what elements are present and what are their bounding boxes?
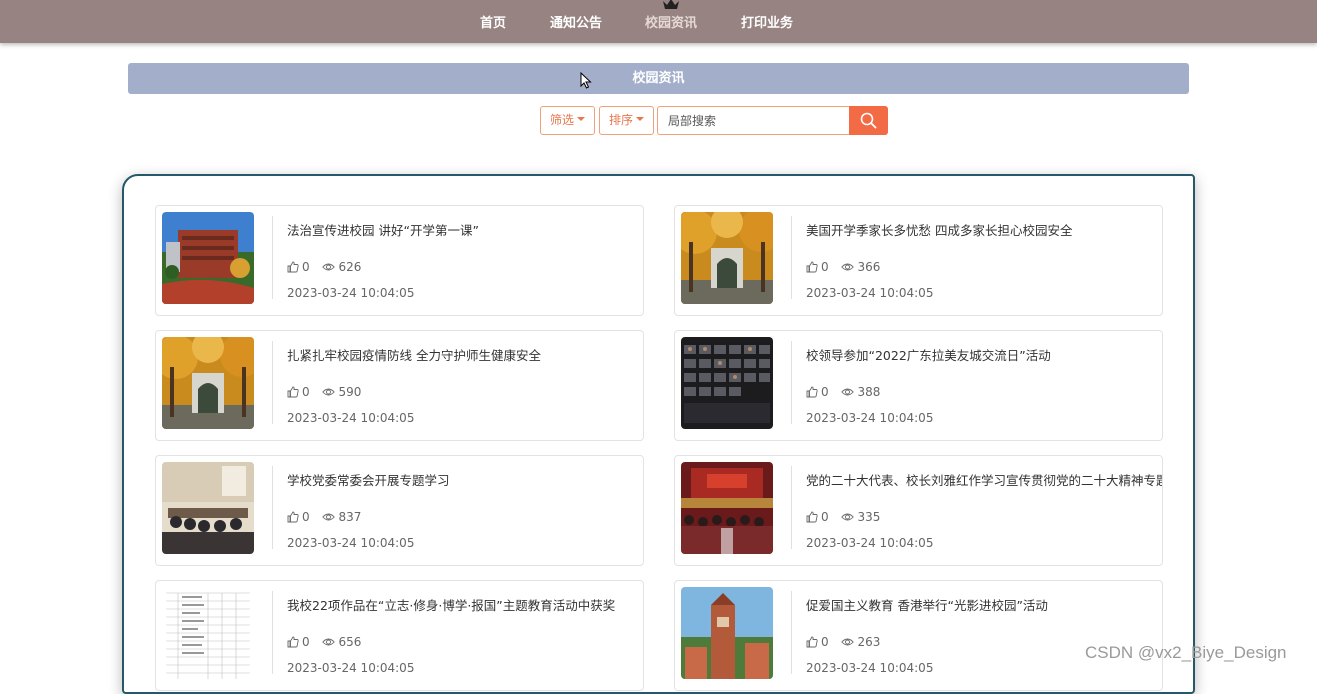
news-title[interactable]: 扎紧扎牢校园疫情防线 全力守护师生健康安全 [287,345,643,364]
caret-down-icon [636,116,645,121]
eye-icon [322,513,336,521]
divider [272,466,273,549]
thumbs-up-icon [287,511,299,523]
crown-icon [663,0,679,9]
thumbs-up-icon [806,636,818,648]
like-count: 0 [302,385,310,399]
news-card[interactable]: 党的二十大代表、校长刘雅红作学习宣传贯彻党的二十大精神专题 0 335 2023… [674,455,1163,566]
like-count: 0 [821,385,829,399]
divider [791,466,792,549]
news-thumbnail [162,462,254,554]
news-stats: 0 837 [287,510,370,526]
nav-item-home[interactable]: 首页 [480,12,506,31]
news-card[interactable]: 促爱国主义教育 香港举行“光影进校园”活动 0 263 2023-03-24 1… [674,580,1163,691]
news-stats: 0 263 [806,635,889,651]
filter-label: 筛选 [550,113,575,127]
news-title[interactable]: 学校党委常委会开展专题学习 [287,470,643,489]
news-thumbnail [162,587,254,679]
news-stats: 0 388 [806,385,889,401]
news-list-panel: 法治宣传进校园 讲好“开学第一课” 0 626 2023-03-24 10:04… [122,174,1195,694]
thumbs-up-icon [287,386,299,398]
view-count: 626 [338,260,362,274]
section-title: 校园资讯 [128,63,1189,94]
mouse-cursor-icon [580,72,592,89]
news-title[interactable]: 促爱国主义教育 香港举行“光影进校园”活动 [806,595,1162,614]
like-count: 0 [302,260,310,274]
news-stats: 0 590 [287,385,370,401]
divider [791,216,792,299]
search-button[interactable] [849,106,888,135]
view-count: 590 [338,385,362,399]
divider [272,216,273,299]
divider [791,341,792,424]
like-count: 0 [302,635,310,649]
nav-item-print-service[interactable]: 打印业务 [741,12,793,31]
news-stats: 0 366 [806,260,889,276]
news-date: 2023-03-24 10:04:05 [806,536,934,550]
news-date: 2023-03-24 10:04:05 [806,411,934,425]
eye-icon [841,638,855,646]
news-stats: 0 656 [287,635,370,651]
view-count: 388 [857,385,881,399]
thumbs-up-icon [806,261,818,273]
sort-dropdown[interactable]: 排序 [599,106,654,135]
eye-icon [841,513,855,521]
nav-item-campus-news[interactable]: 校园资讯 [645,12,697,31]
news-thumbnail [681,462,773,554]
news-date: 2023-03-24 10:04:05 [806,286,934,300]
news-card[interactable]: 校领导参加“2022广东拉美友城交流日”活动 0 388 2023-03-24 … [674,330,1163,441]
news-date: 2023-03-24 10:04:05 [287,536,415,550]
news-thumbnail [681,337,773,429]
news-title[interactable]: 我校22项作品在“立志·修身·博学·报国”主题教育活动中获奖 [287,595,643,614]
news-card[interactable]: 学校党委常委会开展专题学习 0 837 2023-03-24 10:04:05 [155,455,644,566]
news-card[interactable]: 我校22项作品在“立志·修身·博学·报国”主题教育活动中获奖 0 656 202… [155,580,644,691]
sort-label: 排序 [609,113,634,127]
caret-down-icon [577,116,586,121]
news-thumbnail [681,212,773,304]
news-title[interactable]: 法治宣传进校园 讲好“开学第一课” [287,220,643,239]
like-count: 0 [821,635,829,649]
divider [272,591,273,674]
news-date: 2023-03-24 10:04:05 [287,411,415,425]
like-count: 0 [821,260,829,274]
eye-icon [841,388,855,396]
view-count: 837 [338,510,362,524]
like-count: 0 [821,510,829,524]
nav-item-notices[interactable]: 通知公告 [550,12,602,31]
thumbs-up-icon [287,261,299,273]
eye-icon [841,263,855,271]
view-count: 656 [338,635,362,649]
news-date: 2023-03-24 10:04:05 [287,286,415,300]
filter-dropdown[interactable]: 筛选 [540,106,595,135]
news-title[interactable]: 美国开学季家长多忧愁 四成多家长担心校园安全 [806,220,1162,239]
news-card[interactable]: 法治宣传进校园 讲好“开学第一课” 0 626 2023-03-24 10:04… [155,205,644,316]
thumbs-up-icon [287,636,299,648]
view-count: 335 [857,510,881,524]
news-title[interactable]: 校领导参加“2022广东拉美友城交流日”活动 [806,345,1162,364]
like-count: 0 [302,510,310,524]
top-nav: 首页 通知公告 校园资讯 打印业务 [0,0,1317,43]
thumbs-up-icon [806,386,818,398]
divider [791,591,792,674]
search-input[interactable] [657,106,850,135]
divider [272,341,273,424]
news-thumbnail [681,587,773,679]
news-stats: 0 335 [806,510,889,526]
news-title[interactable]: 党的二十大代表、校长刘雅红作学习宣传贯彻党的二十大精神专题 [806,470,1162,489]
thumbs-up-icon [806,511,818,523]
news-thumbnail [162,212,254,304]
news-card[interactable]: 扎紧扎牢校园疫情防线 全力守护师生健康安全 0 590 2023-03-24 1… [155,330,644,441]
watermark: CSDN @vx2_Biye_Design [1085,643,1287,662]
search-icon [860,112,877,129]
eye-icon [322,388,336,396]
news-card[interactable]: 美国开学季家长多忧愁 四成多家长担心校园安全 0 366 2023-03-24 … [674,205,1163,316]
view-count: 366 [857,260,881,274]
view-count: 263 [857,635,881,649]
news-thumbnail [162,337,254,429]
eye-icon [322,263,336,271]
news-stats: 0 626 [287,260,370,276]
eye-icon [322,638,336,646]
